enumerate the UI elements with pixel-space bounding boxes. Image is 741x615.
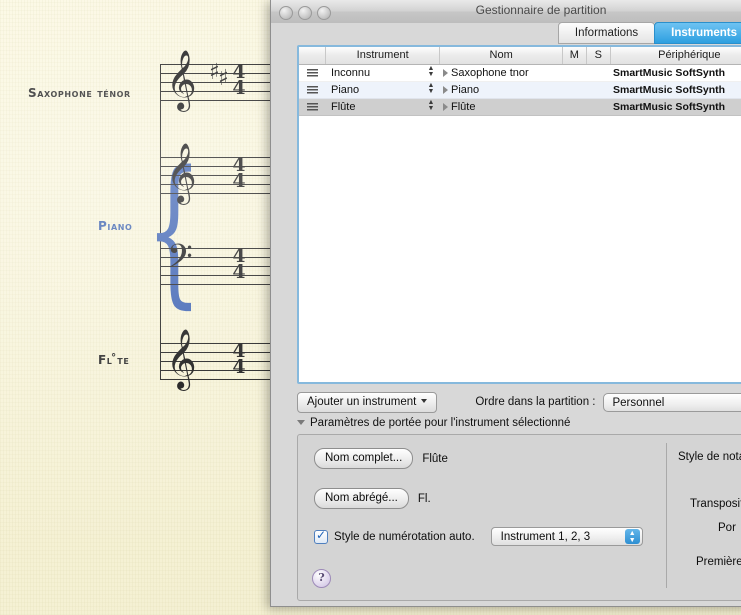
cell-mute[interactable] (561, 99, 584, 115)
disclosure-triangle-icon[interactable] (443, 69, 448, 77)
full-name-button[interactable]: Nom complet... (314, 448, 413, 469)
auto-numbering-row: Style de numérotation auto. Instrument 1… (314, 527, 643, 546)
treble-clef-icon: 𝄞 (166, 54, 197, 106)
cell-nom-text: Saxophone tnor (451, 67, 529, 79)
auto-numbering-label: Style de numérotation auto. (334, 531, 475, 543)
short-name-button[interactable]: Nom abrégé... (314, 488, 409, 509)
cell-solo[interactable] (584, 99, 607, 115)
time-signature-denominator: 4 (231, 174, 247, 190)
instruments-table[interactable]: Instrument Nom M S Périphérique Inconnu … (297, 45, 741, 384)
numbering-style-value: Instrument 1, 2, 3 (501, 531, 591, 543)
tab-bar: Informations Instruments (271, 23, 741, 45)
table-row[interactable]: Piano ▲▼ Piano SmartMusic SoftSynth (299, 82, 741, 99)
short-name-value: Fl. (418, 493, 431, 505)
window-title: Gestionnaire de partition (271, 3, 741, 17)
treble-clef-icon: 𝄞 (166, 333, 197, 385)
row-drag-handle[interactable] (299, 82, 325, 98)
order-popup-button[interactable]: Personnel (603, 393, 741, 412)
instrument-stepper-icon[interactable]: ▲▼ (427, 100, 435, 114)
cell-nom-text: Piano (451, 84, 479, 96)
tab-informations[interactable]: Informations (558, 22, 655, 44)
drag-handle-icon (307, 103, 318, 112)
time-signature-denominator: 4 (231, 360, 247, 376)
staff-params-disclosure[interactable]: Paramètres de portée pour l'instrument s… (297, 417, 570, 429)
chevron-down-icon (421, 399, 427, 403)
transposition-label: Transposit (690, 498, 741, 510)
column-header-s[interactable]: S (587, 47, 611, 64)
window-titlebar[interactable]: Gestionnaire de partition (271, 0, 741, 24)
cell-device[interactable]: SmartMusic SoftSynth (607, 65, 741, 81)
score-manager-window: Gestionnaire de partition Informations I… (270, 0, 741, 607)
table-controls-row: Ajouter un instrument Ordre dans la part… (297, 391, 741, 413)
full-name-row: Nom complet... Flûte (314, 448, 448, 469)
popup-arrows-icon[interactable]: ▲▼ (625, 529, 640, 544)
cell-nom[interactable]: Saxophone tnor (439, 65, 561, 81)
row-drag-handle[interactable] (299, 65, 325, 81)
column-header-nom[interactable]: Nom (440, 47, 562, 64)
disclosure-triangle-icon[interactable] (443, 103, 448, 111)
staff-label-piano: Piano (98, 219, 132, 233)
portee-label: Por (718, 522, 736, 534)
instrument-stepper-icon[interactable]: ▲▼ (427, 83, 435, 97)
add-instrument-label: Ajouter un instrument (307, 396, 416, 408)
premiere-label: Première (696, 556, 741, 568)
table-row[interactable]: Flûte ▲▼ Flûte SmartMusic SoftSynth (299, 99, 741, 116)
numbering-style-popup[interactable]: Instrument 1, 2, 3 ▲▼ (491, 527, 643, 546)
cell-mute[interactable] (561, 65, 584, 81)
drag-handle-icon (307, 86, 318, 95)
cell-mute[interactable] (561, 82, 584, 98)
disclosure-triangle-icon[interactable] (297, 420, 305, 425)
order-label: Ordre dans la partition : (475, 396, 595, 408)
drag-handle-icon (307, 69, 318, 78)
disclosure-triangle-icon[interactable] (443, 86, 448, 94)
add-instrument-button[interactable]: Ajouter un instrument (297, 392, 437, 413)
help-button[interactable]: ? (312, 569, 331, 588)
cell-instrument[interactable]: Flûte ▲▼ (325, 99, 439, 115)
staff-parameters-panel: Nom complet... Flûte Nom abrégé... Fl. S… (297, 434, 741, 601)
sharp-icon: ♯ (218, 68, 229, 90)
treble-clef-icon: 𝄞 (166, 147, 197, 199)
cell-device[interactable]: SmartMusic SoftSynth (607, 99, 741, 115)
column-header-m[interactable]: M (563, 47, 587, 64)
cell-instrument[interactable]: Piano ▲▼ (325, 82, 439, 98)
time-signature-denominator: 4 (231, 265, 247, 281)
cell-instrument-text: Inconnu (331, 67, 370, 79)
cell-solo[interactable] (584, 65, 607, 81)
cell-nom-text: Flûte (451, 101, 475, 113)
full-name-value: Flûte (422, 453, 448, 465)
cell-instrument-text: Flûte (331, 101, 355, 113)
time-signature-denominator: 4 (231, 81, 247, 97)
column-header-instrument[interactable]: Instrument (326, 47, 441, 64)
cell-instrument-text: Piano (331, 84, 359, 96)
table-row[interactable]: Inconnu ▲▼ Saxophone tnor SmartMusic Sof… (299, 65, 741, 82)
notation-style-label: Style de notat (678, 451, 741, 463)
table-header-row: Instrument Nom M S Périphérique (299, 47, 741, 65)
instrument-stepper-icon[interactable]: ▲▼ (427, 66, 435, 80)
cell-instrument[interactable]: Inconnu ▲▼ (325, 65, 439, 81)
panel-divider (666, 443, 667, 588)
cell-device[interactable]: SmartMusic SoftSynth (607, 82, 741, 98)
tab-instruments[interactable]: Instruments (654, 22, 741, 44)
staff-label-saxophone: Saxophone ténor (28, 86, 131, 100)
cell-nom[interactable]: Piano (439, 82, 561, 98)
staff-label-flute: Fl ̊te (98, 353, 129, 367)
column-header-grip[interactable] (299, 47, 326, 64)
cell-nom[interactable]: Flûte (439, 99, 561, 115)
cell-solo[interactable] (584, 82, 607, 98)
bass-clef-icon: 𝄢 (167, 241, 193, 281)
short-name-row: Nom abrégé... Fl. (314, 488, 431, 509)
column-header-peripherique[interactable]: Périphérique (611, 47, 741, 64)
auto-numbering-checkbox[interactable] (314, 530, 328, 544)
row-drag-handle[interactable] (299, 99, 325, 115)
staff-params-label: Paramètres de portée pour l'instrument s… (310, 417, 570, 429)
